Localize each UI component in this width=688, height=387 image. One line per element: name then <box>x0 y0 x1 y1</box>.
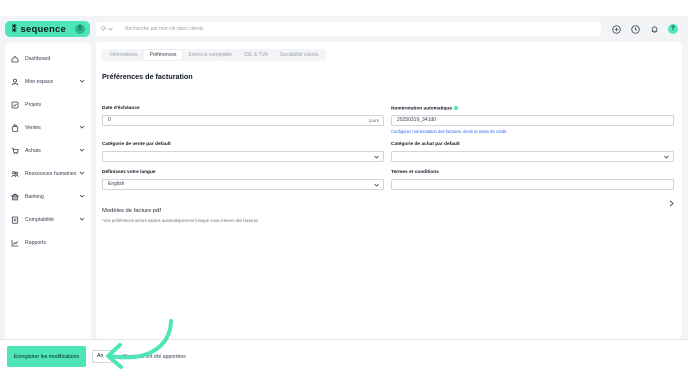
search-filter-dropdown[interactable]: Ql <box>101 26 113 32</box>
sidebar-item-label: Comptabilité <box>25 216 54 223</box>
sidebar-item-mon-espace[interactable]: Mon espace <box>5 70 91 93</box>
brand-name: sequence <box>20 23 66 35</box>
clock-icon[interactable] <box>629 23 641 35</box>
auto-numbering-label-text: Numérotation automatique <box>391 106 453 112</box>
search-filter-label: Ql <box>101 26 106 32</box>
ledger-icon <box>11 216 19 224</box>
preferences-note: *Vos préférences seront saisies automati… <box>102 218 259 223</box>
due-date-input[interactable]: 0 jours <box>102 115 384 126</box>
chevron-down-icon <box>79 194 85 198</box>
sidebar-item-label: Banking <box>25 193 44 200</box>
chevron-down-icon <box>108 27 113 31</box>
language-label: Définissez votre langue <box>102 170 156 175</box>
chevron-down-icon <box>79 79 85 83</box>
sidebar-item-label: Mon espace <box>25 78 54 85</box>
sidebar-item-comptabilité[interactable]: Comptabilité <box>5 208 91 231</box>
sidebar-item-label: Achats <box>25 147 41 154</box>
sidebar-item-rapports[interactable]: Rapports <box>5 231 91 254</box>
home-icon <box>11 55 19 63</box>
sales-category-label: Catégorie de vente par default <box>102 142 171 147</box>
language-select[interactable]: English <box>102 179 384 190</box>
tab-pr-f-rences[interactable]: Préférences <box>143 50 183 60</box>
sidebar-item-label: Ressources humaines <box>25 170 77 177</box>
bottom-action-bar: Enregistrer les modifications An odifica… <box>0 339 688 371</box>
pdf-models-label: Modèles de facture pdf <box>102 208 161 214</box>
auto-numbering-value: 20250319_341d0 <box>397 117 436 123</box>
changes-status-text: odifications ont été apportées <box>118 354 186 360</box>
save-changes-button[interactable]: Enregistrer les modifications <box>7 346 86 367</box>
chevron-right-icon <box>669 200 674 207</box>
bank-icon <box>11 193 19 201</box>
tab-ide-tva[interactable]: IDE & TVA <box>238 50 274 60</box>
people-icon <box>11 170 19 178</box>
sidebar: Dashboard Mon espace Projets Ventes Achats Re… <box>5 43 91 339</box>
chevron-down-icon <box>79 217 85 221</box>
bell-icon[interactable] <box>648 23 660 35</box>
cancel-button[interactable]: An <box>92 350 112 363</box>
sidebar-item-banking[interactable]: Banking <box>5 185 91 208</box>
chevron-down-icon <box>374 183 379 187</box>
chevron-down-icon <box>79 171 85 175</box>
purchase-category-select[interactable] <box>391 151 674 162</box>
tab-sociabilit-clients[interactable]: Sociabilité clients <box>274 50 324 60</box>
cart-icon <box>11 147 19 155</box>
preferences-card: Informations Préférences Exercice comptabl… <box>96 42 682 339</box>
app-shell: ⁑ sequence 0 Ql Recherche par mot-clé da… <box>0 16 688 371</box>
sidebar-item-ventes[interactable]: Ventes <box>5 116 91 139</box>
chevron-down-icon <box>79 125 85 129</box>
tab-exercice-comptable[interactable]: Exercice comptable <box>182 50 238 60</box>
tab-informations[interactable]: Informations <box>104 50 144 60</box>
logo-badge: 0 <box>75 24 85 34</box>
chart-icon <box>11 239 19 247</box>
pdf-models-row[interactable]: Modèles de facture pdf <box>102 199 676 214</box>
sales-category-select[interactable] <box>102 151 384 162</box>
check-square-icon <box>11 101 19 109</box>
due-date-suffix: jours <box>369 118 379 123</box>
bag-icon <box>11 123 19 132</box>
add-icon[interactable] <box>610 23 622 35</box>
terms-label: Termes et conditions <box>391 170 439 175</box>
chevron-down-icon <box>79 148 85 152</box>
search-input[interactable]: Recherche par mot-clé dans clients <box>125 26 203 32</box>
sidebar-item-ressources-humaines[interactable]: Ressources humaines <box>5 162 91 185</box>
section-title: Préférences de facturation <box>102 72 193 81</box>
chevron-down-icon <box>374 155 379 159</box>
user-icon <box>11 78 19 86</box>
auto-numbering-input[interactable]: 20250319_341d0 <box>391 115 674 126</box>
sidebar-item-label: Ventes <box>25 124 41 131</box>
sidebar-item-label: Rapports <box>25 239 47 246</box>
logo-mark-icon: ⁑ <box>12 23 17 34</box>
sidebar-item-label: Dashboard <box>25 55 51 62</box>
brand-logo[interactable]: ⁑ sequence 0 <box>5 21 90 37</box>
user-avatar[interactable]: ? <box>668 24 678 34</box>
sidebar-item-label: Projets <box>25 101 42 108</box>
terms-input[interactable] <box>391 179 674 190</box>
purchase-category-label: Catégorie de achat par default <box>391 142 460 147</box>
due-date-label: Date d'échéance <box>102 106 140 111</box>
search-bar[interactable]: Ql Recherche par mot-clé dans clients <box>96 22 601 36</box>
info-icon[interactable] <box>454 106 459 110</box>
sidebar-item-achats[interactable]: Achats <box>5 139 91 162</box>
due-date-value: 0 <box>108 117 111 123</box>
numbering-config-link[interactable]: Configurez numérotation des factures, de… <box>391 129 506 134</box>
sidebar-item-dashboard[interactable]: Dashboard <box>5 47 91 70</box>
tab-bar: Informations Préférences Exercice comptabl… <box>102 49 327 61</box>
auto-numbering-label: Numérotation automatique <box>391 106 459 112</box>
chevron-down-icon <box>664 155 669 159</box>
language-value: English <box>108 181 125 187</box>
sidebar-item-projets[interactable]: Projets <box>5 93 91 116</box>
